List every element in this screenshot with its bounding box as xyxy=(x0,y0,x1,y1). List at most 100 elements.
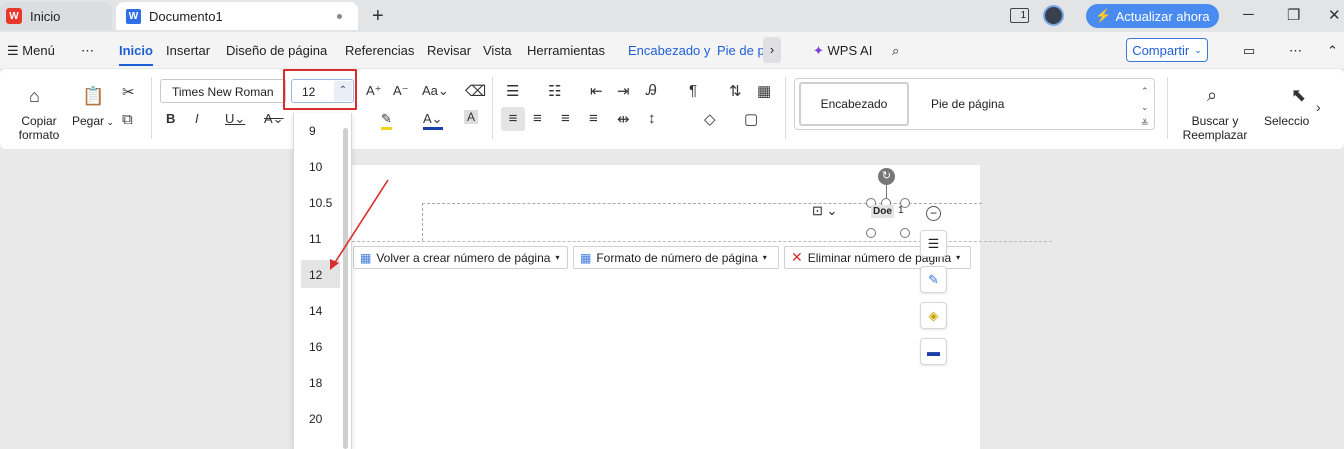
outline-icon[interactable]: ▬ xyxy=(920,338,947,365)
italic-icon[interactable]: I xyxy=(195,111,199,126)
line-spacing-icon[interactable]: ↕ xyxy=(648,110,656,127)
collapse-ribbon-icon[interactable]: ⌃ xyxy=(1327,43,1338,59)
font-name-select[interactable]: Times New Roman xyxy=(160,79,286,103)
size-option[interactable]: 16 xyxy=(301,332,340,360)
tab-diseno-pagina[interactable]: Diseño de página xyxy=(226,43,327,58)
wps-ai-button[interactable]: ✦ WPS AI xyxy=(813,43,872,59)
format-icon: ▦ xyxy=(580,250,592,265)
char-shading-icon[interactable]: A xyxy=(464,110,479,124)
sort-icon[interactable]: ⇅ xyxy=(729,82,742,100)
style-pie-pagina[interactable]: Pie de página xyxy=(931,97,1004,111)
new-tab-button[interactable]: + xyxy=(372,5,384,28)
size-option[interactable]: 10.5 xyxy=(301,188,340,216)
underline-icon[interactable]: U⌄ xyxy=(225,111,245,127)
select-button[interactable]: Seleccio xyxy=(1264,114,1309,128)
font-size-value: 12 xyxy=(302,85,316,99)
resize-handle[interactable] xyxy=(866,228,876,238)
tab-referencias[interactable]: Referencias xyxy=(345,43,414,58)
tab-encabezado[interactable]: Encabezado y xyxy=(628,43,710,58)
justify-icon[interactable]: ≡ xyxy=(589,110,598,127)
chevron-down-icon: ⌄ xyxy=(1194,44,1202,55)
ribbon-scroll-right-icon[interactable]: › xyxy=(1316,99,1321,115)
wrap-text-icon[interactable]: ☰ xyxy=(920,230,947,257)
size-option[interactable]: 18 xyxy=(301,368,340,396)
unsaved-dot-icon[interactable] xyxy=(337,14,342,19)
borders-icon[interactable]: ▢ xyxy=(744,110,758,128)
search-icon[interactable]: ⌕ xyxy=(892,43,899,59)
page-number-format-button[interactable]: ▦ Formato de número de página ▾ xyxy=(573,246,779,269)
close-icon[interactable]: ✕ xyxy=(1328,6,1341,24)
highlight-icon[interactable]: ✎ xyxy=(381,111,392,130)
find-icon[interactable]: ⌕ xyxy=(1207,85,1217,106)
more-icon[interactable]: ⋯ xyxy=(1289,43,1302,59)
pen-icon[interactable]: ✎ xyxy=(920,266,947,293)
chevron-up-icon[interactable]: ⌃ xyxy=(334,81,352,101)
page-layout-icon[interactable]: 1 xyxy=(1010,8,1029,23)
tab-herramientas[interactable]: Herramientas xyxy=(527,43,605,58)
comment-icon[interactable]: ▭ xyxy=(1243,43,1255,59)
align-left-icon[interactable]: ≡ xyxy=(501,107,525,131)
find-replace-button[interactable]: Buscar y Reemplazar xyxy=(1180,114,1250,142)
size-option[interactable]: 14 xyxy=(301,296,340,324)
chevron-right-icon[interactable]: › xyxy=(763,37,781,63)
size-option[interactable]: 11 xyxy=(301,224,340,252)
tab-pie-pagina[interactable]: Pie de p xyxy=(717,43,765,58)
copy-format-button[interactable]: Copiar formato xyxy=(14,114,64,142)
bullet-list-icon[interactable]: ☰ xyxy=(506,82,519,100)
tab-revisar[interactable]: Revisar xyxy=(427,43,471,58)
text-direction-icon[interactable]: Ꭿ xyxy=(646,82,657,99)
increase-indent-icon[interactable]: ⇥ xyxy=(617,82,630,100)
update-now-button[interactable]: ⚡ Actualizar ahora xyxy=(1086,4,1219,28)
numbered-list-icon[interactable]: ☷ xyxy=(548,82,561,100)
restore-icon[interactable]: ❐ xyxy=(1287,6,1300,24)
paragraph-mark-icon[interactable]: ¶ xyxy=(689,82,697,99)
bold-icon[interactable]: B xyxy=(166,111,175,126)
size-option-selected[interactable]: 12 xyxy=(301,260,340,288)
size-option[interactable]: 20 xyxy=(301,404,340,432)
rotate-handle-icon[interactable]: ↻ xyxy=(878,168,895,185)
avatar[interactable] xyxy=(1043,5,1064,26)
cursor-icon[interactable]: ⬉ xyxy=(1291,85,1306,106)
page-number-options-icon[interactable]: ⊡ ⌄ xyxy=(812,203,837,219)
share-button[interactable]: Compartir ⌄ xyxy=(1126,38,1208,62)
minimize-icon[interactable]: ─ xyxy=(1243,6,1254,23)
recreate-page-number-button[interactable]: ▦ Volver a crear número de página ▾ xyxy=(353,246,568,269)
menu-button[interactable]: ☰ Menú xyxy=(7,43,55,59)
styles-scroll[interactable]: ⌃ ⌄ ≚ xyxy=(1141,83,1149,131)
resize-handle[interactable] xyxy=(900,228,910,238)
decrease-indent-icon[interactable]: ⇤ xyxy=(590,82,603,100)
clipboard-icon[interactable]: 📋 xyxy=(82,86,104,107)
table-icon[interactable]: ▦ xyxy=(757,82,771,100)
more-options-icon[interactable]: ⋯ xyxy=(81,43,94,59)
paste-button[interactable]: Pegar ⌄ xyxy=(72,114,114,129)
lightning-icon: ⚡ xyxy=(1095,8,1112,23)
page-number-field[interactable]: Doe xyxy=(871,205,894,218)
shrink-font-icon[interactable]: A⁻ xyxy=(393,83,409,99)
scissors-icon[interactable]: ✂ xyxy=(122,83,135,101)
fill-icon[interactable]: ◇ xyxy=(704,110,716,128)
font-color-icon[interactable]: A⌄ xyxy=(423,111,443,130)
tab-vista[interactable]: Vista xyxy=(483,43,512,58)
dropdown-scrollbar[interactable] xyxy=(343,128,348,449)
brush-icon[interactable]: ⌂ xyxy=(29,86,40,107)
tab-home[interactable]: W Inicio xyxy=(0,2,112,30)
distribute-icon[interactable]: ⇹ xyxy=(617,110,630,128)
align-center-icon[interactable]: ≡ xyxy=(533,110,542,127)
grow-font-icon[interactable]: A⁺ xyxy=(366,83,382,99)
collapse-icon[interactable]: − xyxy=(926,206,941,221)
tab-inicio[interactable]: Inicio xyxy=(119,43,153,66)
size-option[interactable]: 10 xyxy=(301,152,340,180)
style-encabezado[interactable]: Encabezado xyxy=(799,82,909,126)
tab-home-label: Inicio xyxy=(30,8,61,24)
align-right-icon[interactable]: ≡ xyxy=(561,110,570,127)
tab-insertar[interactable]: Insertar xyxy=(166,43,210,58)
ribbon-divider xyxy=(1167,77,1168,139)
copy-icon[interactable]: ⧉ xyxy=(122,111,133,128)
strikethrough-icon[interactable]: A⌄ xyxy=(264,111,284,127)
fill-color-icon[interactable]: ◈ xyxy=(920,302,947,329)
share-label: Compartir xyxy=(1132,42,1190,58)
eraser-icon[interactable]: ⌫ xyxy=(465,82,486,100)
change-case-icon[interactable]: Aa⌄ xyxy=(422,83,449,99)
tab-document[interactable]: W Documento1 xyxy=(116,2,358,30)
size-option[interactable]: 9 xyxy=(301,116,340,144)
